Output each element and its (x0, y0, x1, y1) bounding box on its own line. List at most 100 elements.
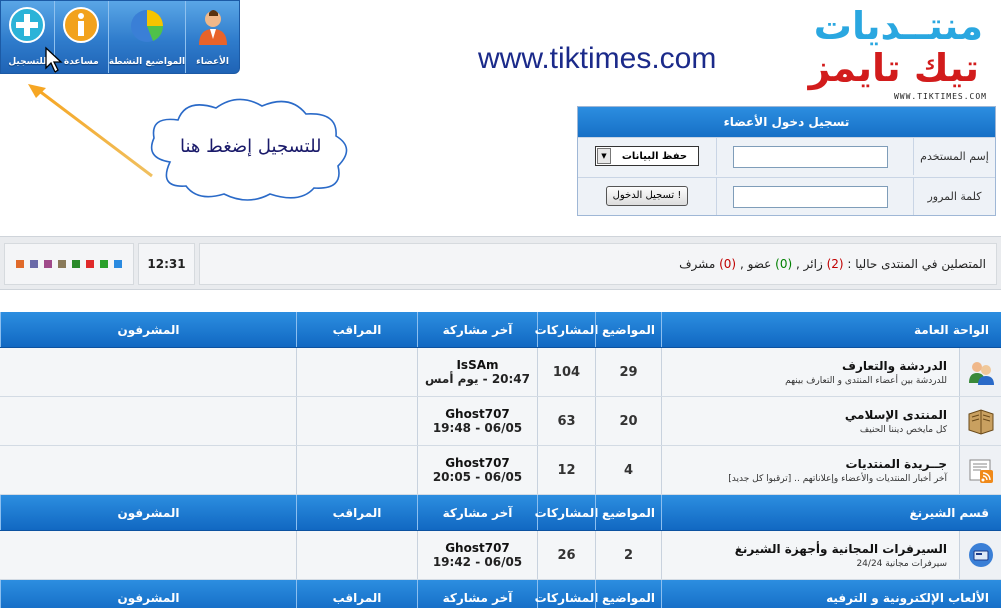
color-swatch[interactable] (30, 260, 38, 268)
moderator-cell (296, 348, 417, 396)
member-icon (198, 10, 227, 45)
column-header-posts: المشاركات (535, 312, 598, 347)
remember-me-select[interactable]: ▼ حفظ البيانات (595, 146, 699, 166)
color-swatch[interactable] (58, 260, 66, 268)
pie-chart-icon (130, 10, 163, 42)
supervisors-cell (0, 446, 296, 494)
password-input[interactable] (733, 186, 888, 208)
section-title[interactable]: قسم الشيرنغ (661, 495, 1001, 530)
members-nav-button[interactable]: الأعضاء (185, 1, 239, 73)
logo-url: WWW.TIKTIMES.COM (893, 92, 987, 101)
mouse-cursor-icon (45, 46, 63, 73)
section-title[interactable]: الواحة العامة (661, 312, 1001, 347)
section-title[interactable]: الألعاب الإلكترونية و الترفيه (661, 580, 1001, 608)
last-post-date: 06/05 - 20:05 (432, 470, 523, 484)
color-swatch[interactable] (44, 260, 52, 268)
satellite-box-icon (959, 531, 1001, 579)
help-nav-label: مساعدة (63, 57, 99, 67)
topics-count: 2 (595, 531, 661, 579)
posts-count: 104 (537, 348, 595, 396)
column-header-supervisors: المشرفون (0, 312, 296, 347)
username-row: إسم المستخدم ▼ حفظ البيانات (578, 137, 995, 175)
last-post-cell: Ghost707 06/05 - 20:05 (417, 446, 537, 494)
supervisors-cell (0, 397, 296, 445)
online-users-bar: 12:31 المتصلين في المنتدى حاليا : (2) زا… (0, 236, 1001, 290)
column-header-last-post: آخر مشاركة (417, 580, 537, 608)
moderator-label: مشرف (679, 257, 716, 271)
column-header-last-post: آخر مشاركة (417, 312, 537, 347)
forum-text: جــريدة المنتديات آخر أخبار المنتديات وال… (728, 457, 947, 484)
column-header-last-post: آخر مشاركة (417, 495, 537, 530)
username-input[interactable] (733, 146, 888, 168)
column-divider (716, 178, 717, 215)
active-topics-nav-button[interactable]: المواضيع النشطة (107, 1, 186, 73)
logo-line-2: تيك تايمز (808, 46, 980, 90)
last-post-date: 06/05 - 19:42 (432, 555, 523, 569)
forum-title-link[interactable]: المنتدى الإسلامي (845, 408, 947, 422)
topics-count: 29 (595, 348, 661, 396)
username-label: إسم المستخدم (913, 138, 995, 175)
visitor-label: زائر , (796, 257, 823, 271)
column-header-moderator: المراقب (296, 495, 417, 530)
column-header-moderator: المراقب (296, 312, 417, 347)
moderator-cell (296, 531, 417, 579)
color-swatch[interactable] (100, 260, 108, 268)
last-post-user-link[interactable]: Ghost707 (445, 541, 510, 555)
posts-count: 12 (537, 446, 595, 494)
section-header: قسم الشيرنغ المواضيع المشاركات آخر مشاركة ال… (0, 495, 1001, 531)
color-swatch[interactable] (114, 260, 122, 268)
rss-news-icon (959, 446, 1001, 494)
login-box: تسجيل دخول الأعضاء إسم المستخدم ▼ حفظ ال… (577, 106, 996, 216)
member-count: (0) (775, 257, 793, 271)
last-post-user-link[interactable]: Ghost707 (445, 407, 510, 421)
register-nav-label: للتسجيل (8, 57, 47, 67)
site-logo[interactable]: منتــديات تيك تايمز WWW.TIKTIMES.COM (803, 0, 993, 105)
topics-count: 4 (595, 446, 661, 494)
color-swatch[interactable] (86, 260, 94, 268)
forum-cell: المنتدى الإسلامي كل مايخص ديننا الحنيف (661, 397, 1001, 445)
forum-title-link[interactable]: السيرفرات المجانية وأجهزة الشيرنغ (735, 542, 947, 556)
forum-text: السيرفرات المجانية وأجهزة الشيرنغ سيرفرات… (735, 542, 947, 569)
forum-cell: جــريدة المنتديات آخر أخبار المنتديات وال… (661, 446, 1001, 494)
moderator-cell (296, 397, 417, 445)
supervisors-cell (0, 531, 296, 579)
color-swatch[interactable] (16, 260, 24, 268)
forum-title-link[interactable]: جــريدة المنتديات (728, 457, 947, 471)
moderator-cell (296, 446, 417, 494)
chevron-down-icon: ▼ (597, 148, 611, 164)
last-post-user-link[interactable]: IsSAm (456, 358, 498, 372)
column-header-posts: المشاركات (535, 580, 598, 608)
info-icon (63, 7, 100, 43)
forum-description: آخر أخبار المنتديات والأعضاء وإعلاناتهم … (728, 473, 947, 484)
password-row: كلمة المرور تسجيل الدخول ! (578, 177, 995, 215)
password-label: كلمة المرور (913, 178, 995, 215)
topics-count: 20 (595, 397, 661, 445)
forum-description: للدردشة بين أعضاء المنتدى و التعارف بينه… (785, 375, 947, 386)
forum-row: السيرفرات المجانية وأجهزة الشيرنغ سيرفرات… (0, 531, 1001, 580)
supervisors-cell (0, 348, 296, 396)
posts-count: 63 (537, 397, 595, 445)
column-header-supervisors: المشرفون (0, 580, 296, 608)
plus-icon (9, 7, 46, 43)
color-theme-picker (4, 243, 134, 285)
login-submit-button[interactable]: تسجيل الدخول ! (606, 186, 688, 206)
forum-text: الدردشة والتعارف للدردشة بين أعضاء المنتد… (785, 359, 947, 386)
last-post-date: 20:47 - يوم أمس (424, 372, 531, 386)
active-topics-nav-label: المواضيع النشطة (108, 57, 186, 67)
forum-description: كل مايخص ديننا الحنيف (859, 424, 947, 435)
section-header: الواحة العامة المواضيع المشاركات آخر مشاركة… (0, 312, 1001, 348)
posts-count: 26 (537, 531, 595, 579)
column-header-supervisors: المشرفون (0, 495, 296, 530)
forum-text: المنتدى الإسلامي كل مايخص ديننا الحنيف (845, 408, 947, 435)
color-swatch[interactable] (72, 260, 80, 268)
forum-row: جــريدة المنتديات آخر أخبار المنتديات وال… (0, 446, 1001, 495)
forum-description: سيرفرات مجانية 24/24 (856, 558, 947, 569)
forum-row: المنتدى الإسلامي كل مايخص ديننا الحنيف 20 6… (0, 397, 1001, 446)
column-divider (716, 138, 717, 175)
column-header-topics: المواضيع (595, 312, 661, 347)
last-post-user-link[interactable]: Ghost707 (445, 456, 510, 470)
forum-title-link[interactable]: الدردشة والتعارف (785, 359, 947, 373)
forum-list: الواحة العامة المواضيع المشاركات آخر مشاركة… (0, 312, 1001, 608)
annotation-text: للتسجيل إضغط هنا (180, 136, 322, 157)
column-header-moderator: المراقب (296, 580, 417, 608)
